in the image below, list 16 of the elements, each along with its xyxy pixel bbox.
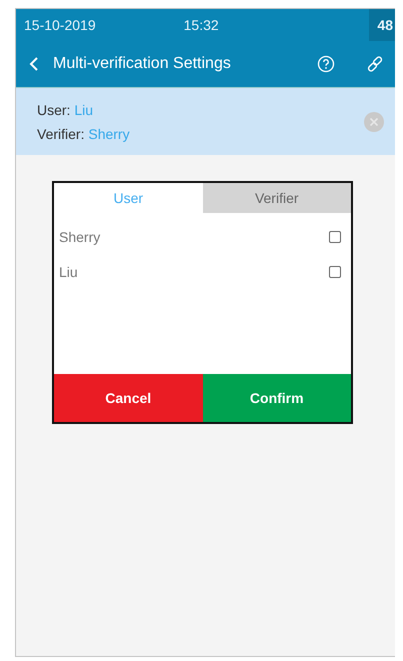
battery-level: 48 bbox=[369, 9, 395, 41]
help-icon[interactable] bbox=[317, 55, 335, 73]
cancel-button[interactable]: Cancel bbox=[54, 374, 202, 422]
dialog-tab[interactable]: Verifier bbox=[202, 183, 351, 213]
user-summary: User: Liu bbox=[37, 102, 94, 118]
verifier-summary: Verifier: Sherry bbox=[37, 126, 130, 142]
screen-title: Multi-verification Settings bbox=[53, 55, 231, 73]
status-time: 15:32 bbox=[184, 17, 219, 33]
back-icon[interactable] bbox=[29, 56, 39, 72]
person-name: Liu bbox=[59, 264, 78, 280]
person-name: Sherry bbox=[59, 228, 100, 244]
link-icon[interactable] bbox=[367, 55, 385, 73]
checkbox[interactable] bbox=[329, 266, 341, 278]
confirm-button[interactable]: Confirm bbox=[202, 374, 351, 422]
checkbox[interactable] bbox=[329, 230, 341, 242]
status-date: 15-10-2019 bbox=[24, 17, 96, 33]
